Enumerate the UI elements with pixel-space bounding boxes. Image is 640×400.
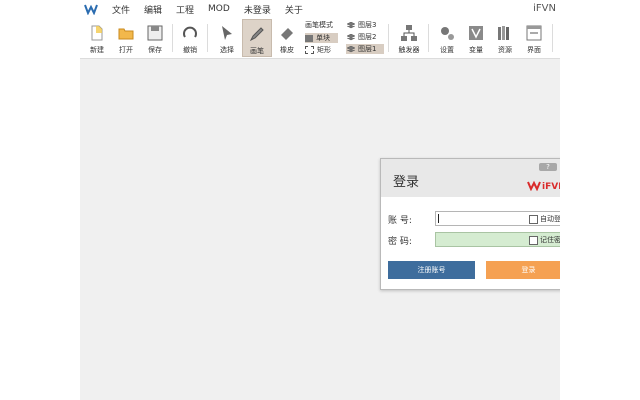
ifvn-brand-logo: iFVN: [527, 180, 560, 191]
undo-icon: [183, 26, 197, 38]
login-dialog: 登录 ? iFVN 账 号: 自动登 密 码: 记住密 注册账号 登录: [380, 158, 560, 290]
toolbar-separator: [172, 24, 173, 52]
save-icon: [147, 25, 163, 41]
interface-window-icon: [526, 25, 542, 41]
help-button[interactable]: ?: [539, 163, 557, 171]
toolbar: 新建 打开 保存 撤销 选择 画笔 橡皮 画笔模式 单块 矩形 图层3 图层2 …: [80, 18, 560, 59]
trigger-tree-icon: [401, 25, 417, 41]
block-mode-icon: [305, 34, 313, 42]
toolbar-separator: [552, 24, 553, 52]
menu-project[interactable]: 工程: [176, 3, 194, 16]
variables-button[interactable]: 变量: [463, 19, 489, 57]
gears-icon: [441, 27, 454, 40]
menu-about[interactable]: 关于: [285, 3, 303, 16]
text-caret: [438, 214, 439, 223]
undo-button[interactable]: 撤销: [177, 19, 203, 57]
svg-text:iFVN: iFVN: [542, 182, 560, 191]
variable-icon: [469, 26, 483, 40]
menu-bar: 文件 编辑 工程 MOD 未登录 关于 iFVN: [80, 0, 560, 18]
register-button[interactable]: 注册账号: [388, 261, 475, 279]
trigger-button[interactable]: 触发器: [394, 19, 424, 57]
layer-1[interactable]: 图层1: [346, 44, 384, 54]
books-icon: [498, 26, 509, 40]
save-button[interactable]: 保存: [142, 19, 168, 57]
toolbar-separator: [388, 24, 389, 52]
eraser-icon: [281, 28, 293, 40]
login-button[interactable]: 登录: [486, 261, 560, 279]
interface-button[interactable]: 界面: [521, 19, 547, 57]
app-window: 文件 编辑 工程 MOD 未登录 关于 iFVN 新建 打开 保存 撤销 选择 …: [80, 0, 560, 400]
app-logo-icon: [84, 4, 98, 15]
settings-button[interactable]: 设置: [434, 19, 460, 57]
cursor-arrow-icon: [222, 26, 232, 40]
remember-password-checkbox[interactable]: [529, 236, 538, 245]
toolbar-separator: [207, 24, 208, 52]
layers-icon: [347, 21, 355, 28]
menu-edit[interactable]: 编辑: [144, 3, 162, 16]
new-file-icon: [91, 25, 103, 41]
layer-3[interactable]: 图层3: [346, 20, 384, 30]
auto-login-checkbox[interactable]: [529, 215, 538, 224]
toolbar-separator: [428, 24, 429, 52]
pen-mode-block[interactable]: 单块: [305, 33, 338, 43]
login-title: 登录: [393, 175, 420, 190]
pen-mode-rect[interactable]: 矩形: [305, 45, 331, 55]
auto-login-label: 自动登: [540, 215, 560, 223]
pen-tool-button[interactable]: 画笔: [242, 19, 272, 57]
account-label: 账 号:: [388, 216, 412, 226]
remember-password-label: 记住密: [540, 236, 560, 244]
new-button[interactable]: 新建: [84, 19, 110, 57]
account-input[interactable]: 自动登: [435, 211, 560, 226]
open-button[interactable]: 打开: [113, 19, 139, 57]
menu-list: 文件 编辑 工程 MOD 未登录 关于: [112, 0, 317, 18]
folder-icon: [118, 28, 134, 40]
resources-button[interactable]: 资源: [492, 19, 518, 57]
pencil-icon: [249, 27, 264, 42]
layers-icon: [347, 33, 355, 40]
app-title: iFVN: [533, 3, 556, 14]
pen-mode-group: 画笔模式 单块 矩形: [305, 20, 345, 56]
select-tool-button[interactable]: 选择: [214, 19, 240, 57]
menu-not-logged-in[interactable]: 未登录: [244, 3, 271, 16]
layer-2[interactable]: 图层2: [346, 32, 384, 42]
password-label: 密 码:: [388, 237, 412, 247]
rectangle-mode-icon: [305, 46, 314, 54]
eraser-tool-button[interactable]: 橡皮: [274, 19, 300, 57]
password-input[interactable]: 记住密: [435, 232, 560, 247]
login-header: 登录 ? iFVN: [381, 159, 560, 197]
layers-icon: [347, 45, 355, 52]
menu-file[interactable]: 文件: [112, 3, 130, 16]
pen-mode-title: 画笔模式: [305, 21, 333, 29]
menu-mod[interactable]: MOD: [208, 4, 230, 14]
layer-group: 图层3 图层2 图层1: [346, 20, 384, 56]
